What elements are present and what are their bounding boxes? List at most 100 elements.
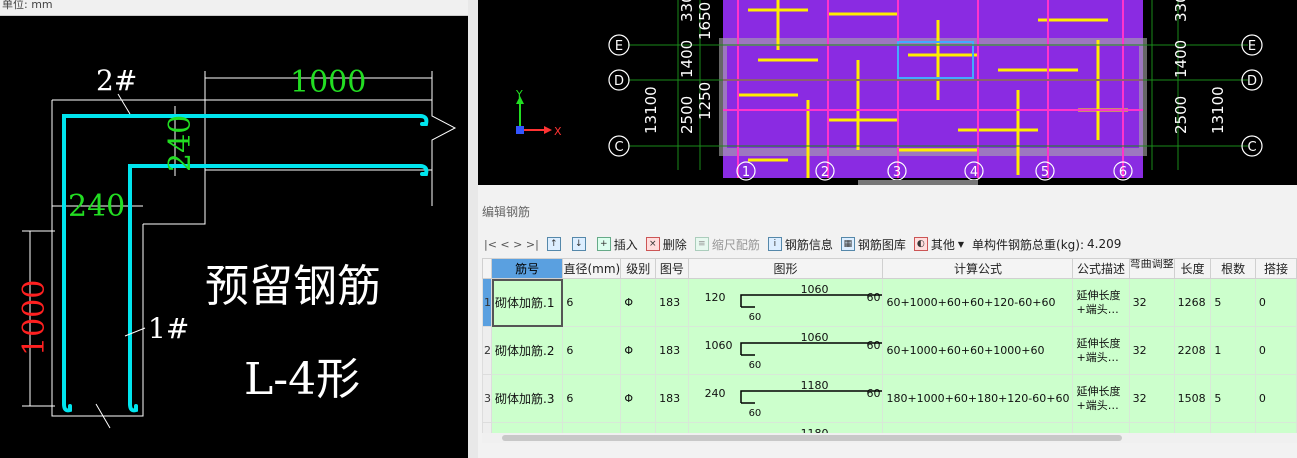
shape-cell[interactable]: 240 1180 60 60 [687, 374, 884, 423]
bar-name-cell[interactable]: 砌体加筋.1 [490, 278, 564, 327]
total-weight: 单构件钢筋总重(kg): 4.209 [972, 236, 1121, 253]
col-length[interactable]: 长度 [1173, 258, 1212, 279]
insert-button[interactable]: + 插入 [596, 236, 638, 253]
move-down-icon[interactable]: ↓ [571, 237, 586, 251]
length-cell[interactable]: 1508 [1173, 374, 1212, 423]
col-diameter[interactable]: 直径(mm) [562, 258, 622, 279]
lap-cell[interactable]: 0 [1254, 326, 1297, 375]
plan-drawing-canvas[interactable]: E D C E D C 1 2 3 4 5 6 13100 2500 1250 … [478, 0, 1297, 185]
dim-1400-left: 1400 [678, 40, 696, 78]
axis-e-left: E [615, 39, 623, 54]
other-menu-button[interactable]: ◐ 其他 ▼ [913, 236, 965, 253]
count-cell[interactable]: 5 [1210, 278, 1256, 327]
plan-drawing-view[interactable]: E D C E D C 1 2 3 4 5 6 13100 2500 1250 … [478, 0, 1297, 185]
scale-icon: ≡ [694, 237, 709, 251]
shape-cell[interactable]: 1060 1060 60 60 [687, 326, 884, 375]
diameter-cell[interactable]: 6 [562, 374, 622, 423]
diameter-cell[interactable]: 6 [562, 278, 622, 327]
lap-cell[interactable]: 0 [1254, 278, 1297, 327]
grade-cell[interactable]: Φ [620, 326, 657, 375]
col-bend-adjust[interactable]: 弯曲调整 [1128, 258, 1175, 279]
dim-top-label: 1000 [290, 65, 366, 100]
fig-no-cell[interactable]: 183 [655, 374, 689, 423]
formula-desc-cell[interactable]: 延伸长度+端头… [1072, 326, 1130, 375]
axis-x-label: X [554, 125, 562, 138]
axis-2: 2 [821, 165, 829, 180]
scrollbar-thumb[interactable] [502, 435, 1122, 441]
dim-13100-right: 13100 [1209, 86, 1227, 134]
horizontal-scrollbar[interactable] [482, 433, 1297, 443]
rebar-table[interactable]: 筋号 直径(mm) 级别 图号 图形 计算公式 公式描述 弯曲调整 长度 根数 … [482, 258, 1297, 443]
info-icon: i [767, 237, 782, 251]
col-fig-no[interactable]: 图号 [655, 258, 689, 279]
table-row[interactable]: 1 砌体加筋.1 6 Φ 183 120 1060 60 60 60+1000+… [482, 278, 1297, 327]
lap-cell[interactable]: 0 [1254, 374, 1297, 423]
bar-name-cell[interactable]: 砌体加筋.3 [490, 374, 564, 423]
length-cell[interactable]: 1268 [1173, 278, 1212, 327]
shape-cell[interactable]: 120 1060 60 60 [687, 278, 884, 327]
rebar-library-button[interactable]: ▦ 钢筋图库 [840, 236, 906, 253]
axis-5: 5 [1041, 165, 1049, 180]
dim-2500-right: 2500 [1172, 96, 1190, 134]
move-up-icon[interactable]: ↑ [546, 237, 561, 251]
count-cell[interactable]: 1 [1210, 326, 1256, 375]
total-weight-value: 4.209 [1087, 237, 1122, 251]
diameter-cell[interactable]: 6 [562, 326, 622, 375]
col-count[interactable]: 根数 [1210, 258, 1256, 279]
dim-330-right: 330 [1172, 0, 1190, 22]
axis-3: 3 [893, 165, 901, 180]
grade-cell[interactable]: Φ [620, 278, 657, 327]
col-bar-no[interactable]: 筋号 [490, 258, 564, 279]
scale-rebar-button[interactable]: ≡ 缩尺配筋 [694, 236, 760, 253]
axis-1: 1 [742, 165, 750, 180]
grade-cell[interactable]: Φ [620, 374, 657, 423]
rebar-toolbar: |< < > >| ↑ ↓ + 插入 × 删除 ≡ 缩尺配筋 i 钢筋信息 ▦ 钢筋图库 … [484, 233, 1129, 255]
col-formula[interactable]: 计算公式 [882, 258, 1074, 279]
delete-icon: × [645, 237, 660, 251]
row-number[interactable]: 2 [482, 326, 492, 375]
fig-no-cell[interactable]: 183 [655, 326, 689, 375]
bend-cell[interactable]: 32 [1128, 278, 1175, 327]
detail-subtitle: L-4形 [244, 354, 360, 405]
col-grade[interactable]: 级别 [620, 258, 657, 279]
other-label: 其他 [930, 237, 955, 252]
insert-label: 插入 [613, 237, 638, 252]
formula-cell[interactable]: 180+1000+60+180+120-60+60 [882, 374, 1074, 423]
axis-4: 4 [970, 165, 978, 180]
axis-c-left: C [614, 140, 623, 155]
bend-cell[interactable]: 32 [1128, 326, 1175, 375]
formula-cell[interactable]: 60+1000+60+60+1000+60 [882, 326, 1074, 375]
unit-label: 单位: mm [2, 0, 53, 11]
info-label: 钢筋信息 [784, 237, 833, 252]
axis-d-right: D [1247, 74, 1257, 89]
table-row[interactable]: 2 砌体加筋.2 6 Φ 183 1060 1060 60 60 60+1000… [482, 326, 1297, 375]
formula-desc-cell[interactable]: 延伸长度+端头… [1072, 278, 1130, 327]
row-number[interactable]: 3 [482, 374, 492, 423]
bend-cell[interactable]: 32 [1128, 374, 1175, 423]
dim-1250-left: 1250 [696, 82, 714, 120]
delete-button[interactable]: × 删除 [645, 236, 687, 253]
splitter[interactable] [468, 0, 478, 458]
chevron-down-icon: ▼ [957, 239, 965, 249]
length-cell[interactable]: 2208 [1173, 326, 1212, 375]
record-nav[interactable]: |< < > >| [484, 238, 539, 251]
rebar-info-button[interactable]: i 钢筋信息 [767, 236, 833, 253]
table-row[interactable]: 3 砌体加筋.3 6 Φ 183 240 1180 60 60 180+1000… [482, 374, 1297, 423]
axis-6: 6 [1119, 165, 1127, 180]
delete-label: 删除 [662, 237, 687, 252]
formula-desc-cell[interactable]: 延伸长度+端头… [1072, 374, 1130, 423]
formula-cell[interactable]: 60+1000+60+60+120-60+60 [882, 278, 1074, 327]
bar1-label: 1# [148, 312, 189, 345]
bar-name-cell[interactable]: 砌体加筋.2 [490, 326, 564, 375]
col-shape[interactable]: 图形 [687, 258, 884, 279]
fig-no-cell[interactable]: 183 [655, 278, 689, 327]
col-lap[interactable]: 搭接 [1254, 258, 1297, 279]
table-header: 筋号 直径(mm) 级别 图号 图形 计算公式 公式描述 弯曲调整 长度 根数 … [482, 258, 1297, 279]
total-weight-label: 单构件钢筋总重(kg): [972, 237, 1085, 252]
rebar-detail-canvas: 2# 1# 1000 240 240 1000 预留钢筋 L-4形 [17, 64, 457, 429]
row-number[interactable]: 1 [482, 278, 492, 327]
scale-label: 缩尺配筋 [711, 237, 760, 252]
detail-title: 预留钢筋 [205, 261, 381, 312]
count-cell[interactable]: 5 [1210, 374, 1256, 423]
col-formula-desc[interactable]: 公式描述 [1072, 258, 1130, 279]
